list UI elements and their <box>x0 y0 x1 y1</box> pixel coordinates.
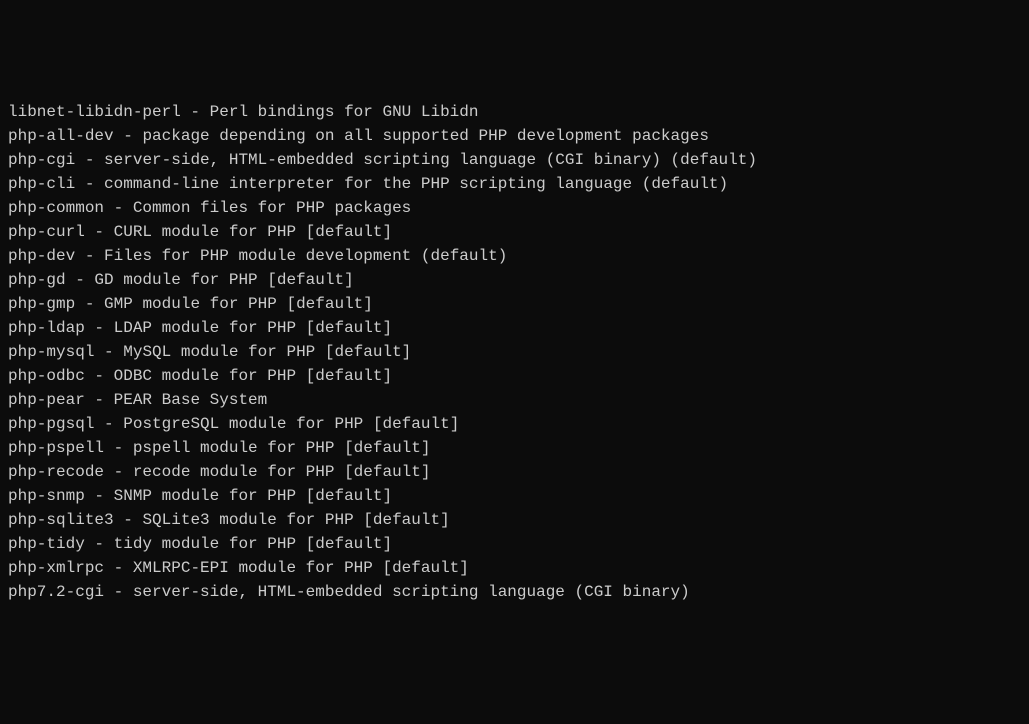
package-description: pspell module for PHP [default] <box>133 439 431 457</box>
separator: - <box>85 391 114 409</box>
separator: - <box>104 463 133 481</box>
package-line: php-gd - GD module for PHP [default] <box>8 268 1021 292</box>
package-line: php-mysql - MySQL module for PHP [defaul… <box>8 340 1021 364</box>
package-description: PEAR Base System <box>114 391 268 409</box>
package-description: XMLRPC-EPI module for PHP [default] <box>133 559 469 577</box>
package-name: php-pgsql <box>8 415 94 433</box>
separator: - <box>114 127 143 145</box>
package-name: php-gmp <box>8 295 75 313</box>
package-description: server-side, HTML-embedded scripting lan… <box>104 151 757 169</box>
package-name: php-all-dev <box>8 127 114 145</box>
package-description: SQLite3 module for PHP [default] <box>142 511 449 529</box>
package-description: GD module for PHP [default] <box>94 271 353 289</box>
package-description: Perl bindings for GNU Libidn <box>210 103 479 121</box>
separator: - <box>66 271 95 289</box>
package-description: ODBC module for PHP [default] <box>114 367 392 385</box>
package-description: tidy module for PHP [default] <box>114 535 392 553</box>
separator: - <box>85 535 114 553</box>
terminal-output: libnet-libidn-perl - Perl bindings for G… <box>8 100 1021 604</box>
package-line: php-tidy - tidy module for PHP [default] <box>8 532 1021 556</box>
separator: - <box>85 367 114 385</box>
separator: - <box>181 103 210 121</box>
separator: - <box>94 415 123 433</box>
separator: - <box>75 175 104 193</box>
package-line: php-odbc - ODBC module for PHP [default] <box>8 364 1021 388</box>
package-description: PostgreSQL module for PHP [default] <box>123 415 459 433</box>
package-line: php-recode - recode module for PHP [defa… <box>8 460 1021 484</box>
package-name: php-pear <box>8 391 85 409</box>
package-name: php-cli <box>8 175 75 193</box>
package-description: Files for PHP module development (defaul… <box>104 247 507 265</box>
separator: - <box>104 583 133 601</box>
separator: - <box>114 511 143 529</box>
package-name: php-tidy <box>8 535 85 553</box>
separator: - <box>75 151 104 169</box>
package-line: php-snmp - SNMP module for PHP [default] <box>8 484 1021 508</box>
separator: - <box>104 439 133 457</box>
package-line: php-gmp - GMP module for PHP [default] <box>8 292 1021 316</box>
package-description: LDAP module for PHP [default] <box>114 319 392 337</box>
separator: - <box>94 343 123 361</box>
package-name: php-common <box>8 199 104 217</box>
package-line: php-all-dev - package depending on all s… <box>8 124 1021 148</box>
package-description: package depending on all supported PHP d… <box>142 127 709 145</box>
package-name: php-xmlrpc <box>8 559 104 577</box>
separator: - <box>85 487 114 505</box>
package-description: MySQL module for PHP [default] <box>123 343 411 361</box>
package-line: php-curl - CURL module for PHP [default] <box>8 220 1021 244</box>
package-name: php-cgi <box>8 151 75 169</box>
package-name: php7.2-cgi <box>8 583 104 601</box>
package-name: php-dev <box>8 247 75 265</box>
package-name: php-curl <box>8 223 85 241</box>
package-line: php-pear - PEAR Base System <box>8 388 1021 412</box>
package-line: php-pgsql - PostgreSQL module for PHP [d… <box>8 412 1021 436</box>
package-name: php-mysql <box>8 343 94 361</box>
package-name: php-ldap <box>8 319 85 337</box>
package-name: php-snmp <box>8 487 85 505</box>
package-name: php-sqlite3 <box>8 511 114 529</box>
package-name: libnet-libidn-perl <box>8 103 181 121</box>
package-line: php-cli - command-line interpreter for t… <box>8 172 1021 196</box>
separator: - <box>75 295 104 313</box>
package-description: GMP module for PHP [default] <box>104 295 373 313</box>
package-line: php-cgi - server-side, HTML-embedded scr… <box>8 148 1021 172</box>
package-description: server-side, HTML-embedded scripting lan… <box>133 583 690 601</box>
package-line: php7.2-cgi - server-side, HTML-embedded … <box>8 580 1021 604</box>
package-name: php-gd <box>8 271 66 289</box>
package-description: recode module for PHP [default] <box>133 463 431 481</box>
separator: - <box>85 223 114 241</box>
separator: - <box>75 247 104 265</box>
package-line: php-xmlrpc - XMLRPC-EPI module for PHP [… <box>8 556 1021 580</box>
separator: - <box>104 199 133 217</box>
package-line: php-sqlite3 - SQLite3 module for PHP [de… <box>8 508 1021 532</box>
package-line: php-dev - Files for PHP module developme… <box>8 244 1021 268</box>
package-line: libnet-libidn-perl - Perl bindings for G… <box>8 100 1021 124</box>
separator: - <box>104 559 133 577</box>
package-description: SNMP module for PHP [default] <box>114 487 392 505</box>
package-line: php-common - Common files for PHP packag… <box>8 196 1021 220</box>
package-name: php-odbc <box>8 367 85 385</box>
package-description: command-line interpreter for the PHP scr… <box>104 175 728 193</box>
package-name: php-pspell <box>8 439 104 457</box>
separator: - <box>85 319 114 337</box>
package-line: php-ldap - LDAP module for PHP [default] <box>8 316 1021 340</box>
package-description: CURL module for PHP [default] <box>114 223 392 241</box>
package-line: php-pspell - pspell module for PHP [defa… <box>8 436 1021 460</box>
package-name: php-recode <box>8 463 104 481</box>
package-description: Common files for PHP packages <box>133 199 411 217</box>
